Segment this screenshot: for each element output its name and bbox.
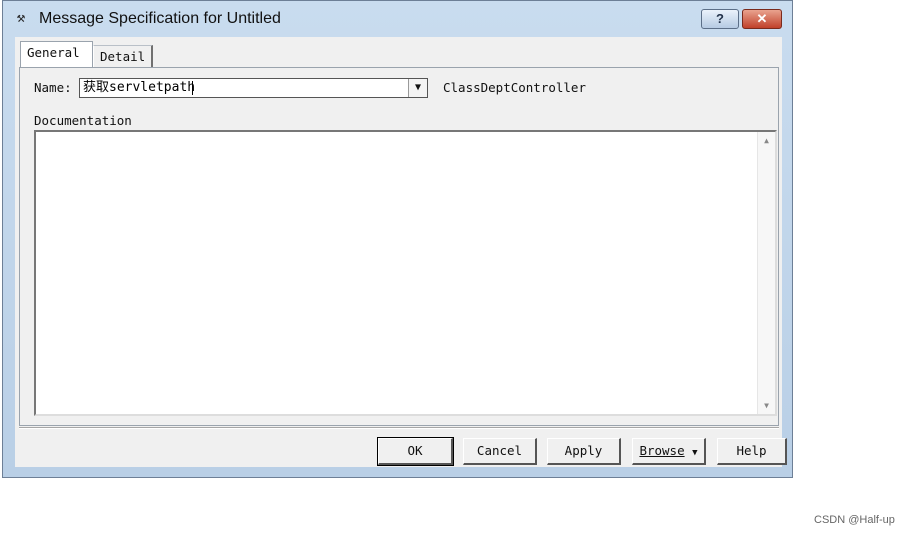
dialog-client-area: General Detail Name: 获取servletpath ▼ Cla… (15, 37, 787, 467)
ok-button[interactable]: OK (377, 437, 454, 466)
name-combobox[interactable]: 获取servletpath ▼ (79, 78, 428, 98)
title-bar[interactable]: ⚒ Message Specification for Untitled ? ✕ (3, 1, 792, 37)
button-separator (19, 427, 779, 429)
close-button[interactable]: ✕ (742, 9, 782, 29)
watermark: CSDN @Half-up (814, 514, 895, 526)
name-label: Name: (34, 80, 72, 95)
browse-button[interactable]: Browse ▼ (632, 438, 706, 465)
scroll-down-arrow-icon[interactable]: ▼ (758, 401, 775, 410)
help-button[interactable]: ? (701, 9, 739, 29)
tab-general[interactable]: General (20, 41, 93, 68)
app-tool-icon: ⚒ (16, 10, 26, 26)
scroll-up-arrow-icon[interactable]: ▲ (758, 136, 775, 145)
class-name-label: ClassDeptController (443, 80, 586, 95)
documentation-textarea[interactable]: ▲ ▼ (34, 130, 777, 416)
text-caret (192, 81, 193, 95)
tab-detail[interactable]: Detail (93, 45, 153, 67)
name-input-value[interactable]: 获取servletpath (83, 80, 195, 96)
chevron-down-icon: ▼ (692, 448, 698, 458)
window-title: Message Specification for Untitled (39, 10, 281, 27)
documentation-scrollbar[interactable]: ▲ ▼ (757, 132, 775, 414)
cancel-button[interactable]: Cancel (463, 438, 537, 465)
browse-button-label: Browse (639, 443, 685, 458)
dialog-window: ⚒ Message Specification for Untitled ? ✕… (2, 0, 793, 478)
dropdown-arrow-icon[interactable]: ▼ (408, 79, 427, 97)
documentation-label: Documentation (34, 113, 132, 128)
help-dialog-button[interactable]: Help (717, 438, 787, 465)
apply-button[interactable]: Apply (547, 438, 621, 465)
